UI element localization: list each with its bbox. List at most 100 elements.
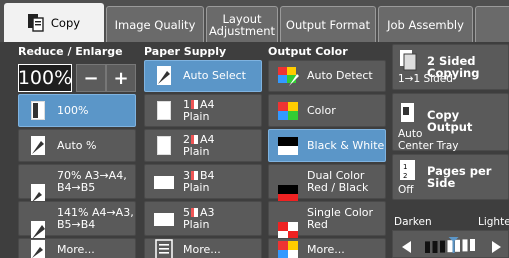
- darken-label: Darken: [394, 216, 432, 228]
- copy-output-value: Auto Center Tray: [398, 128, 459, 152]
- reduce-option-label: 100%: [57, 103, 89, 117]
- density-pointer-line: [452, 241, 455, 253]
- paper-landscape-icon: [153, 171, 175, 193]
- paper-tray-1[interactable]: 1 A4 Plain: [144, 94, 262, 127]
- paper-tray-line1: 5 A3: [183, 205, 215, 219]
- reduce-option-auto[interactable]: Auto %: [18, 129, 136, 162]
- more-color-icon: [277, 239, 299, 258]
- tab-image-quality[interactable]: Image Quality: [106, 6, 204, 42]
- pages-per-side-value: Off: [398, 184, 414, 196]
- paper-tray-5[interactable]: 5 A3 Plain: [144, 201, 262, 236]
- color-option-label: Auto Detect: [307, 69, 373, 82]
- two-sided-copying-button[interactable]: 2 Sided Copying 1→1 Sided: [392, 44, 509, 90]
- color-option-label: Color: [307, 103, 336, 117]
- reduce-more-button[interactable]: More...: [18, 238, 136, 258]
- reduce-icon: [27, 171, 49, 203]
- tray-mark-icon: [191, 207, 198, 217]
- zoom-minus-button[interactable]: −: [76, 64, 106, 92]
- density-bar: [455, 239, 460, 252]
- color-option-label: Black & White: [307, 138, 385, 152]
- lighter-label: Lighter: [478, 216, 509, 228]
- two-sided-icon: [399, 49, 417, 71]
- tab-more[interactable]: [475, 6, 509, 42]
- output-color-title: Output Color: [268, 45, 348, 58]
- single-color-icon: [277, 208, 299, 240]
- paper-tray-line2: Plain: [183, 144, 210, 158]
- svg-text:2: 2: [403, 172, 407, 180]
- density-track: [423, 237, 479, 254]
- paper-tray-line1: 3 B4: [183, 168, 215, 182]
- density-bar: [440, 240, 445, 253]
- pages-per-side-title: Pages per Side: [427, 164, 492, 190]
- reduce-option-141[interactable]: 141% A4→A3, B5→B4: [18, 201, 136, 240]
- two-sided-value: 1→1 Sided: [398, 73, 453, 85]
- more-zoom-icon: [27, 239, 49, 258]
- paper-more-label: More...: [183, 243, 221, 256]
- full-color-icon: [277, 100, 299, 122]
- dual-color-icon: [277, 171, 299, 203]
- paper-supply-title: Paper Supply: [144, 45, 227, 58]
- tray-mark-icon: [191, 170, 198, 180]
- paper-option-label: Auto Select: [183, 69, 246, 82]
- density-bar: [432, 241, 438, 253]
- reduce-option-label: 141% A4→A3, B5→B4: [57, 205, 134, 231]
- density-bar: [425, 241, 430, 254]
- color-single-color[interactable]: Single Color Red: [268, 201, 386, 240]
- paper-tray-line2: Plain: [183, 109, 210, 123]
- density-bar: [462, 239, 468, 252]
- copy-output-icon: [399, 102, 417, 124]
- tab-output-format[interactable]: Output Format: [280, 6, 376, 42]
- color-black-white[interactable]: Black & White: [268, 129, 386, 162]
- reduce-option-100[interactable]: 100%: [18, 94, 136, 127]
- tab-image-quality-label: Image Quality: [114, 17, 196, 32]
- paper-more-button[interactable]: More...: [144, 238, 262, 258]
- auto-paper-icon: [153, 65, 175, 87]
- paper-portrait-icon: [153, 135, 175, 157]
- list-icon: [153, 239, 175, 258]
- tab-job-assembly-label: Job Assembly: [387, 17, 464, 32]
- zoom-plus-button[interactable]: +: [106, 64, 136, 92]
- tab-job-assembly[interactable]: Job Assembly: [378, 6, 473, 42]
- reduce-enlarge-title: Reduce / Enlarge: [18, 45, 123, 58]
- paper-auto-select[interactable]: Auto Select: [144, 60, 262, 92]
- density-left-arrow-icon[interactable]: [402, 238, 412, 257]
- copy-panel: Reduce / Enlarge 100% − + 100% Auto % 70…: [0, 42, 509, 258]
- tray-mark-icon: [191, 134, 198, 144]
- reduce-option-70[interactable]: 70% A3→A4, B4→B5: [18, 164, 136, 203]
- reduce-option-label: Auto %: [57, 138, 97, 152]
- color-full-color[interactable]: Color: [268, 94, 386, 127]
- color-more-label: More...: [307, 243, 345, 256]
- copy-icon: [27, 14, 44, 32]
- paper-tray-line2: Plain: [183, 180, 210, 194]
- reduce-option-label: 70% A3→A4, B4→B5: [57, 168, 127, 194]
- paper-landscape-icon: [153, 208, 175, 230]
- copy-output-button[interactable]: Copy Output Auto Center Tray: [392, 93, 509, 152]
- color-dual-color[interactable]: Dual Color Red / Black: [268, 164, 386, 203]
- density-slider[interactable]: [392, 230, 509, 258]
- page-icon: [27, 100, 49, 122]
- paper-portrait-icon: [153, 100, 175, 122]
- color-option-label: Dual Color Red / Black: [307, 168, 369, 194]
- tab-layout-adjustment[interactable]: Layout Adjustment: [206, 6, 278, 42]
- tab-output-format-label: Output Format: [285, 17, 371, 32]
- tray-mark-icon: [191, 99, 198, 109]
- color-option-label: Single Color Red: [307, 205, 374, 231]
- pages-per-side-icon: 12: [399, 159, 417, 181]
- color-auto-detect[interactable]: Auto Detect: [268, 60, 386, 92]
- enlarge-icon: [27, 208, 49, 240]
- color-more-button[interactable]: More...: [268, 238, 386, 258]
- tab-copy[interactable]: Copy: [4, 3, 104, 42]
- tab-copy-label: Copy: [50, 16, 81, 30]
- paper-tray-3[interactable]: 3 B4 Plain: [144, 164, 262, 199]
- auto-detect-icon: [277, 65, 299, 87]
- zoom-value[interactable]: 100%: [18, 64, 72, 92]
- density-bar: [470, 239, 475, 251]
- paper-tray-line1: 2 A4: [183, 132, 215, 146]
- reduce-more-label: More...: [57, 243, 95, 256]
- density-right-arrow-icon[interactable]: [492, 238, 502, 257]
- paper-tray-2[interactable]: 2 A4 Plain: [144, 129, 262, 162]
- paper-tray-line2: Plain: [183, 217, 210, 231]
- tab-layout-adjustment-label: Layout Adjustment: [208, 11, 276, 38]
- pages-per-side-button[interactable]: 12 Pages per Side Off: [392, 154, 509, 200]
- auto-zoom-icon: [27, 135, 49, 157]
